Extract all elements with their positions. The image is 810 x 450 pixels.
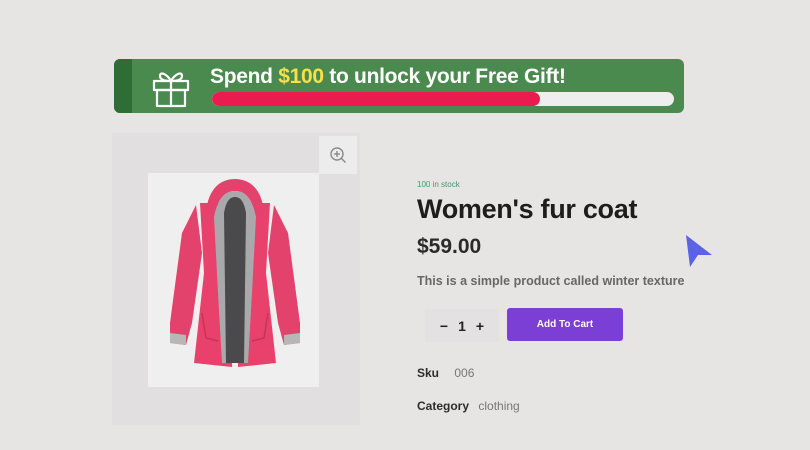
quantity-decrease-button[interactable]: −: [440, 318, 448, 334]
product-title: Women's fur coat: [417, 194, 638, 224]
category-label: Category: [417, 399, 470, 413]
sku-label: Sku: [417, 366, 440, 380]
gift-icon: [152, 72, 190, 108]
product-image[interactable]: [148, 173, 319, 387]
gift-progress-fill: [212, 92, 541, 106]
banner-text-before: Spend: [210, 65, 273, 88]
stock-status: 100 in stock: [417, 180, 460, 189]
pointer-cursor-icon: [686, 235, 712, 267]
category-value[interactable]: clothing: [478, 399, 519, 413]
quantity-stepper: − 1 +: [425, 309, 499, 342]
category-row: Category clothing: [417, 399, 520, 413]
banner-amount: $100: [278, 65, 324, 88]
free-gift-banner: Spend $100 to unlock your Free Gift!: [114, 59, 684, 113]
gift-progress-bar: [212, 92, 674, 106]
zoom-in-icon: [330, 147, 346, 163]
add-to-cart-button[interactable]: Add To Cart: [507, 308, 623, 341]
banner-text-after: to unlock your Free Gift!: [329, 65, 566, 88]
sku-value: 006: [454, 366, 475, 380]
banner-accent: [114, 59, 132, 113]
quantity-increase-button[interactable]: +: [476, 318, 484, 334]
product-description: This is a simple product called winter t…: [417, 274, 685, 288]
banner-message: Spend $100 to unlock your Free Gift!: [210, 63, 566, 91]
quantity-value[interactable]: 1: [458, 318, 466, 334]
product-gallery: [112, 133, 360, 425]
sku-row: Sku 006: [417, 366, 474, 380]
product-price: $59.00: [417, 235, 482, 258]
zoom-button[interactable]: [319, 136, 357, 174]
